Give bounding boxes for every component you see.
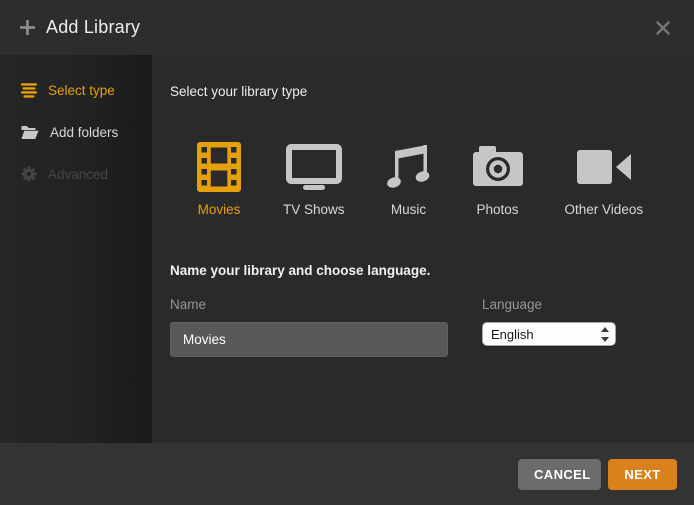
sidebar-item-select-type[interactable]: Select type xyxy=(0,69,152,111)
add-library-dialog: Add Library Select type Add folders xyxy=(0,0,694,505)
library-type-label: TV Shows xyxy=(283,202,345,217)
library-type-photos[interactable]: Photos xyxy=(473,141,523,217)
library-type-movies[interactable]: Movies xyxy=(197,141,241,217)
next-button[interactable]: NEXT xyxy=(608,459,677,490)
library-type-label: Photos xyxy=(477,202,519,217)
sidebar-item-label: Select type xyxy=(48,83,115,98)
tv-icon xyxy=(286,141,342,193)
close-icon[interactable] xyxy=(652,17,674,39)
folder-icon xyxy=(21,125,39,140)
library-settings-fields: Name Language English xyxy=(170,297,670,357)
gear-icon xyxy=(21,166,37,182)
language-field-label: Language xyxy=(482,297,616,312)
language-select[interactable]: English xyxy=(482,322,616,346)
sidebar-item-advanced: Advanced xyxy=(0,153,152,195)
library-type-label: Other Videos xyxy=(565,202,644,217)
language-select-value: English xyxy=(491,327,534,342)
sidebar-item-add-folders[interactable]: Add folders xyxy=(0,111,152,153)
cancel-button[interactable]: CANCEL xyxy=(518,459,601,490)
plus-icon xyxy=(20,20,35,35)
sidebar-item-label: Advanced xyxy=(48,167,108,182)
dialog-footer: CANCEL NEXT xyxy=(0,443,694,505)
dialog-body: Select type Add folders xyxy=(0,55,694,443)
sidebar-item-label: Add folders xyxy=(50,125,118,140)
step-content: Select your library type Mov xyxy=(152,55,694,443)
film-icon xyxy=(197,141,241,193)
video-camera-icon xyxy=(577,141,631,193)
wizard-steps-sidebar: Select type Add folders xyxy=(0,55,152,443)
library-type-label: Music xyxy=(391,202,426,217)
library-type-music[interactable]: Music xyxy=(387,141,431,217)
camera-icon xyxy=(473,141,523,193)
library-type-picker: Movies TV Shows xyxy=(197,141,670,217)
type-section-heading: Select your library type xyxy=(170,84,670,99)
library-name-input[interactable] xyxy=(170,322,448,357)
dialog-header: Add Library xyxy=(0,0,694,55)
music-note-icon xyxy=(387,141,431,193)
list-lines-icon xyxy=(21,82,37,98)
name-section-heading: Name your library and choose language. xyxy=(170,263,670,278)
dialog-title: Add Library xyxy=(46,17,140,38)
library-type-other-videos[interactable]: Other Videos xyxy=(565,141,644,217)
name-field-label: Name xyxy=(170,297,448,312)
library-type-label: Movies xyxy=(198,202,241,217)
select-stepper-icon xyxy=(601,327,609,347)
library-type-tv-shows[interactable]: TV Shows xyxy=(283,141,345,217)
